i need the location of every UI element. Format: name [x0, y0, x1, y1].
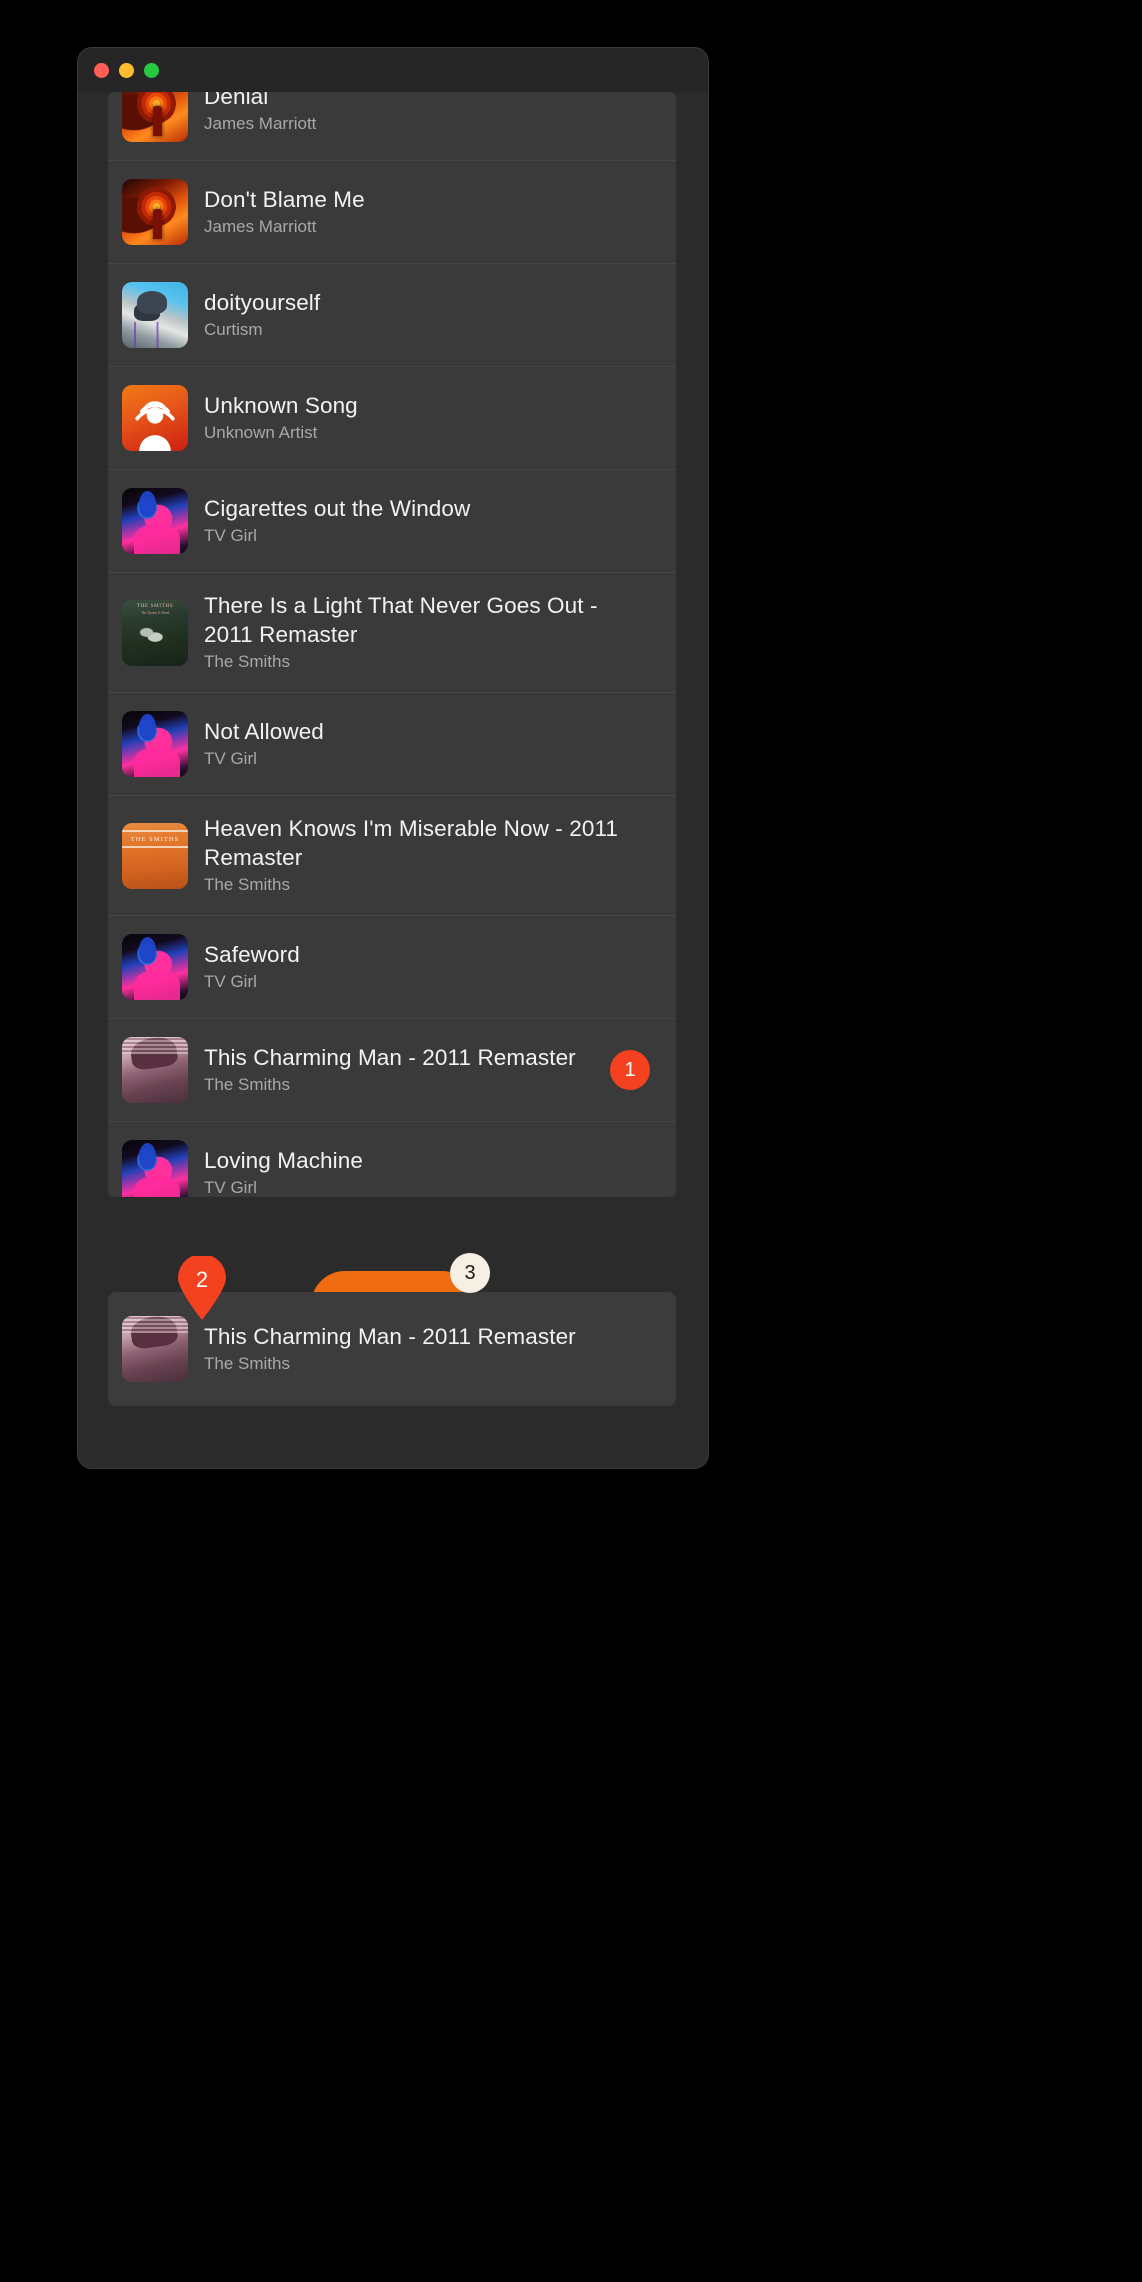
annotation-badge-2: 2 [176, 1256, 228, 1320]
song-artist: The Smiths [204, 652, 290, 671]
radio-person-icon [122, 385, 188, 451]
close-button[interactable] [94, 62, 109, 78]
song-meta: Don't Blame Me James Marriott [204, 185, 660, 239]
song-meta: Not Allowed TV Girl [204, 717, 660, 771]
song-title: There Is a Light That Never Goes Out - 2… [204, 593, 598, 647]
album-art [122, 1316, 188, 1382]
song-artist: Curtism [204, 320, 263, 339]
song-artist: James Marriott [204, 114, 317, 133]
song-row[interactable]: doityourself Curtism [108, 264, 676, 367]
now-playing-row[interactable]: This Charming Man - 2011 Remaster The Sm… [108, 1256, 676, 1406]
album-art: THE SMITHS The Queen Is Dead [122, 599, 188, 666]
now-playing-title: This Charming Man - 2011 Remaster [204, 1324, 576, 1349]
song-row[interactable]: Unknown Song Unknown Artist [108, 367, 676, 470]
album-art [122, 179, 188, 245]
song-row[interactable]: Denial James Marriott [108, 92, 676, 161]
song-title: Don't Blame Me [204, 187, 365, 212]
song-row[interactable]: Loving Machine TV Girl [108, 1122, 676, 1197]
song-artist: Unknown Artist [204, 423, 318, 442]
album-art [122, 92, 188, 142]
app-window: Denial James Marriott Don't Blame Me James … [78, 48, 708, 1468]
album-art [122, 1037, 188, 1103]
song-row[interactable]: Not Allowed TV Girl [108, 693, 676, 796]
song-artist: The Smiths [204, 1075, 290, 1094]
song-row[interactable]: Safeword TV Girl [108, 916, 676, 1019]
song-meta: This Charming Man - 2011 Remaster The Smi… [204, 1043, 660, 1097]
song-artist: TV Girl [204, 972, 257, 991]
song-artist: TV Girl [204, 526, 257, 545]
song-artist: The Smiths [204, 875, 290, 894]
song-title: Loving Machine [204, 1148, 363, 1173]
album-art [122, 282, 188, 348]
album-art [122, 1140, 188, 1197]
song-title: Cigarettes out the Window [204, 496, 471, 521]
song-meta: Denial James Marriott [204, 92, 660, 136]
song-title: Heaven Knows I'm Miserable Now - 2011 Re… [204, 816, 619, 870]
annotation-badge-3: 3 [450, 1253, 490, 1293]
annotation-badge-1: 1 [610, 1050, 650, 1090]
album-art [122, 934, 188, 1000]
window-titlebar [78, 48, 708, 92]
now-playing-artist: The Smiths [204, 1354, 290, 1373]
album-art [122, 488, 188, 554]
song-title: Denial [204, 92, 269, 109]
song-meta: Cigarettes out the Window TV Girl [204, 494, 660, 548]
song-meta: Heaven Knows I'm Miserable Now - 2011 Re… [204, 814, 660, 897]
maximize-button[interactable] [144, 62, 159, 78]
song-row[interactable]: THE SMITHS Heaven Knows I'm Miserable Now… [108, 796, 676, 916]
song-meta: Loving Machine TV Girl [204, 1146, 660, 1197]
album-art: THE SMITHS [122, 822, 188, 889]
song-title: Safeword [204, 942, 300, 967]
song-title: This Charming Man - 2011 Remaster [204, 1045, 576, 1070]
song-meta: Safeword TV Girl [204, 940, 660, 994]
now-playing-meta: This Charming Man - 2011 Remaster The Sm… [204, 1322, 660, 1376]
song-meta: There Is a Light That Never Goes Out - 2… [204, 591, 660, 674]
song-row[interactable]: This Charming Man - 2011 Remaster The Smi… [108, 1019, 676, 1122]
minimize-button[interactable] [119, 62, 134, 78]
song-artist: James Marriott [204, 217, 317, 236]
album-art [122, 711, 188, 777]
song-row[interactable]: THE SMITHS The Queen Is Dead There Is a Li… [108, 573, 676, 693]
song-meta: Unknown Song Unknown Artist [204, 391, 660, 445]
song-artist: TV Girl [204, 749, 257, 768]
song-list-scroll-area[interactable]: Denial James Marriott Don't Blame Me James … [108, 92, 676, 1197]
song-title: Unknown Song [204, 393, 358, 418]
song-title: doityourself [204, 290, 321, 315]
song-row[interactable]: Don't Blame Me James Marriott [108, 161, 676, 264]
song-title: Not Allowed [204, 719, 324, 744]
song-meta: doityourself Curtism [204, 288, 660, 342]
song-row[interactable]: Cigarettes out the Window TV Girl [108, 470, 676, 573]
song-artist: TV Girl [204, 1178, 257, 1197]
